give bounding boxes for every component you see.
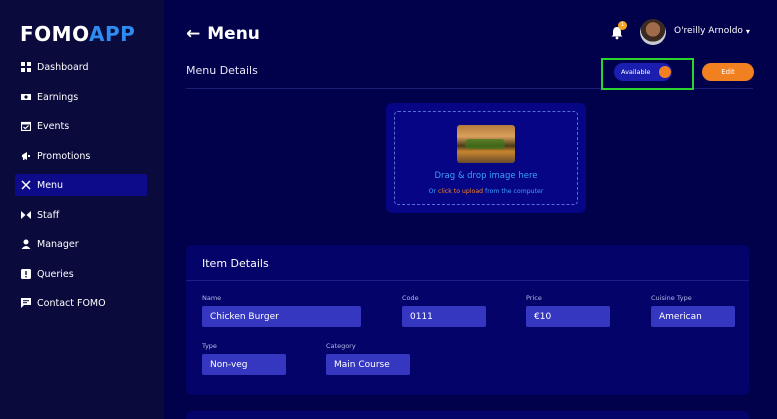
megaphone-icon [21,151,31,161]
user-name: O'reilly Arnoldo [674,26,743,36]
upload-sub-prefix: Or [428,188,439,195]
logo-app: APP [89,22,136,46]
cash-icon [21,92,31,102]
alert-icon [21,269,31,279]
category-label: Category [326,342,356,350]
calendar-check-icon [21,121,31,131]
item-details-title: Item Details [202,257,269,270]
toggle-knob[interactable] [659,66,671,78]
avatar[interactable] [640,19,666,45]
next-card-edge [186,411,749,419]
sidebar-item-queries[interactable]: Queries [15,263,147,285]
sidebar-item-label: Dashboard [37,61,89,73]
image-upload-area[interactable]: Drag & drop image here Or click to uploa… [386,103,586,213]
sidebar-item-label: Contact FOMO [37,297,106,309]
chat-icon [21,298,31,308]
code-label: Code [402,294,419,302]
code-field[interactable]: 0111 [402,306,486,327]
user-menu[interactable]: O'reilly Arnoldo ▾ [674,26,750,36]
sidebar-item-events[interactable]: Events [15,115,147,137]
drag-drop-text: Drag & drop image here [434,171,538,181]
utensils-icon [21,180,31,190]
category-field[interactable]: Main Course [326,354,410,375]
back-arrow-icon[interactable]: ← [186,24,200,44]
click-to-upload-link[interactable]: click to upload [438,188,483,195]
upload-subtext: Or click to upload from the computer [386,188,586,195]
sidebar-item-staff[interactable]: Staff [15,204,147,226]
sidebar-item-label: Manager [37,238,79,250]
upload-sub-suffix: from the computer [483,188,544,195]
notification-badge: 1 [618,21,627,30]
price-label: Price [526,294,542,302]
app-logo[interactable]: FOMOAPP [20,22,135,46]
sidebar-item-label: Staff [37,209,60,221]
sidebar-item-label: Earnings [37,91,79,103]
name-field[interactable]: Chicken Burger [202,306,361,327]
sidebar-item-label: Queries [37,268,74,280]
manager-icon [21,239,31,249]
sidebar-item-label: Events [37,120,70,132]
cuisine-type-field[interactable]: American [651,306,735,327]
sidebar: FOMOAPP Dashboard Earnings Events Promot… [0,0,164,419]
cuisine-type-label: Cuisine Type [651,294,692,302]
sidebar-item-dashboard[interactable]: Dashboard [15,56,147,78]
sidebar-item-label: Menu [37,179,64,191]
type-field[interactable]: Non-veg [202,354,286,375]
main-content: ← Menu 1 O'reilly Arnoldo ▾ Menu Details… [164,0,777,419]
page-title: ← Menu [186,24,260,44]
staff-icon [21,210,31,220]
sidebar-item-promotions[interactable]: Promotions [15,145,147,167]
type-label: Type [202,342,217,350]
burger-image [457,125,515,163]
card-divider [186,280,749,281]
logo-fomo: FOMO [20,22,90,46]
chevron-down-icon: ▾ [745,26,750,36]
sidebar-item-contact-fomo[interactable]: Contact FOMO [15,292,147,314]
edit-button[interactable]: Edit [702,63,754,81]
availability-label: Available [621,68,651,76]
sidebar-item-label: Promotions [37,150,91,162]
sidebar-item-manager[interactable]: Manager [15,233,147,255]
item-details-card: Item Details Name Chicken Burger Code 01… [186,245,749,395]
sidebar-item-menu[interactable]: Menu [15,174,147,196]
sidebar-item-earnings[interactable]: Earnings [15,86,147,108]
grid-icon [21,62,31,72]
page-title-text: Menu [207,24,260,44]
price-field[interactable]: €10 [526,306,610,327]
menu-details-title: Menu Details [186,64,258,77]
name-label: Name [202,294,222,302]
